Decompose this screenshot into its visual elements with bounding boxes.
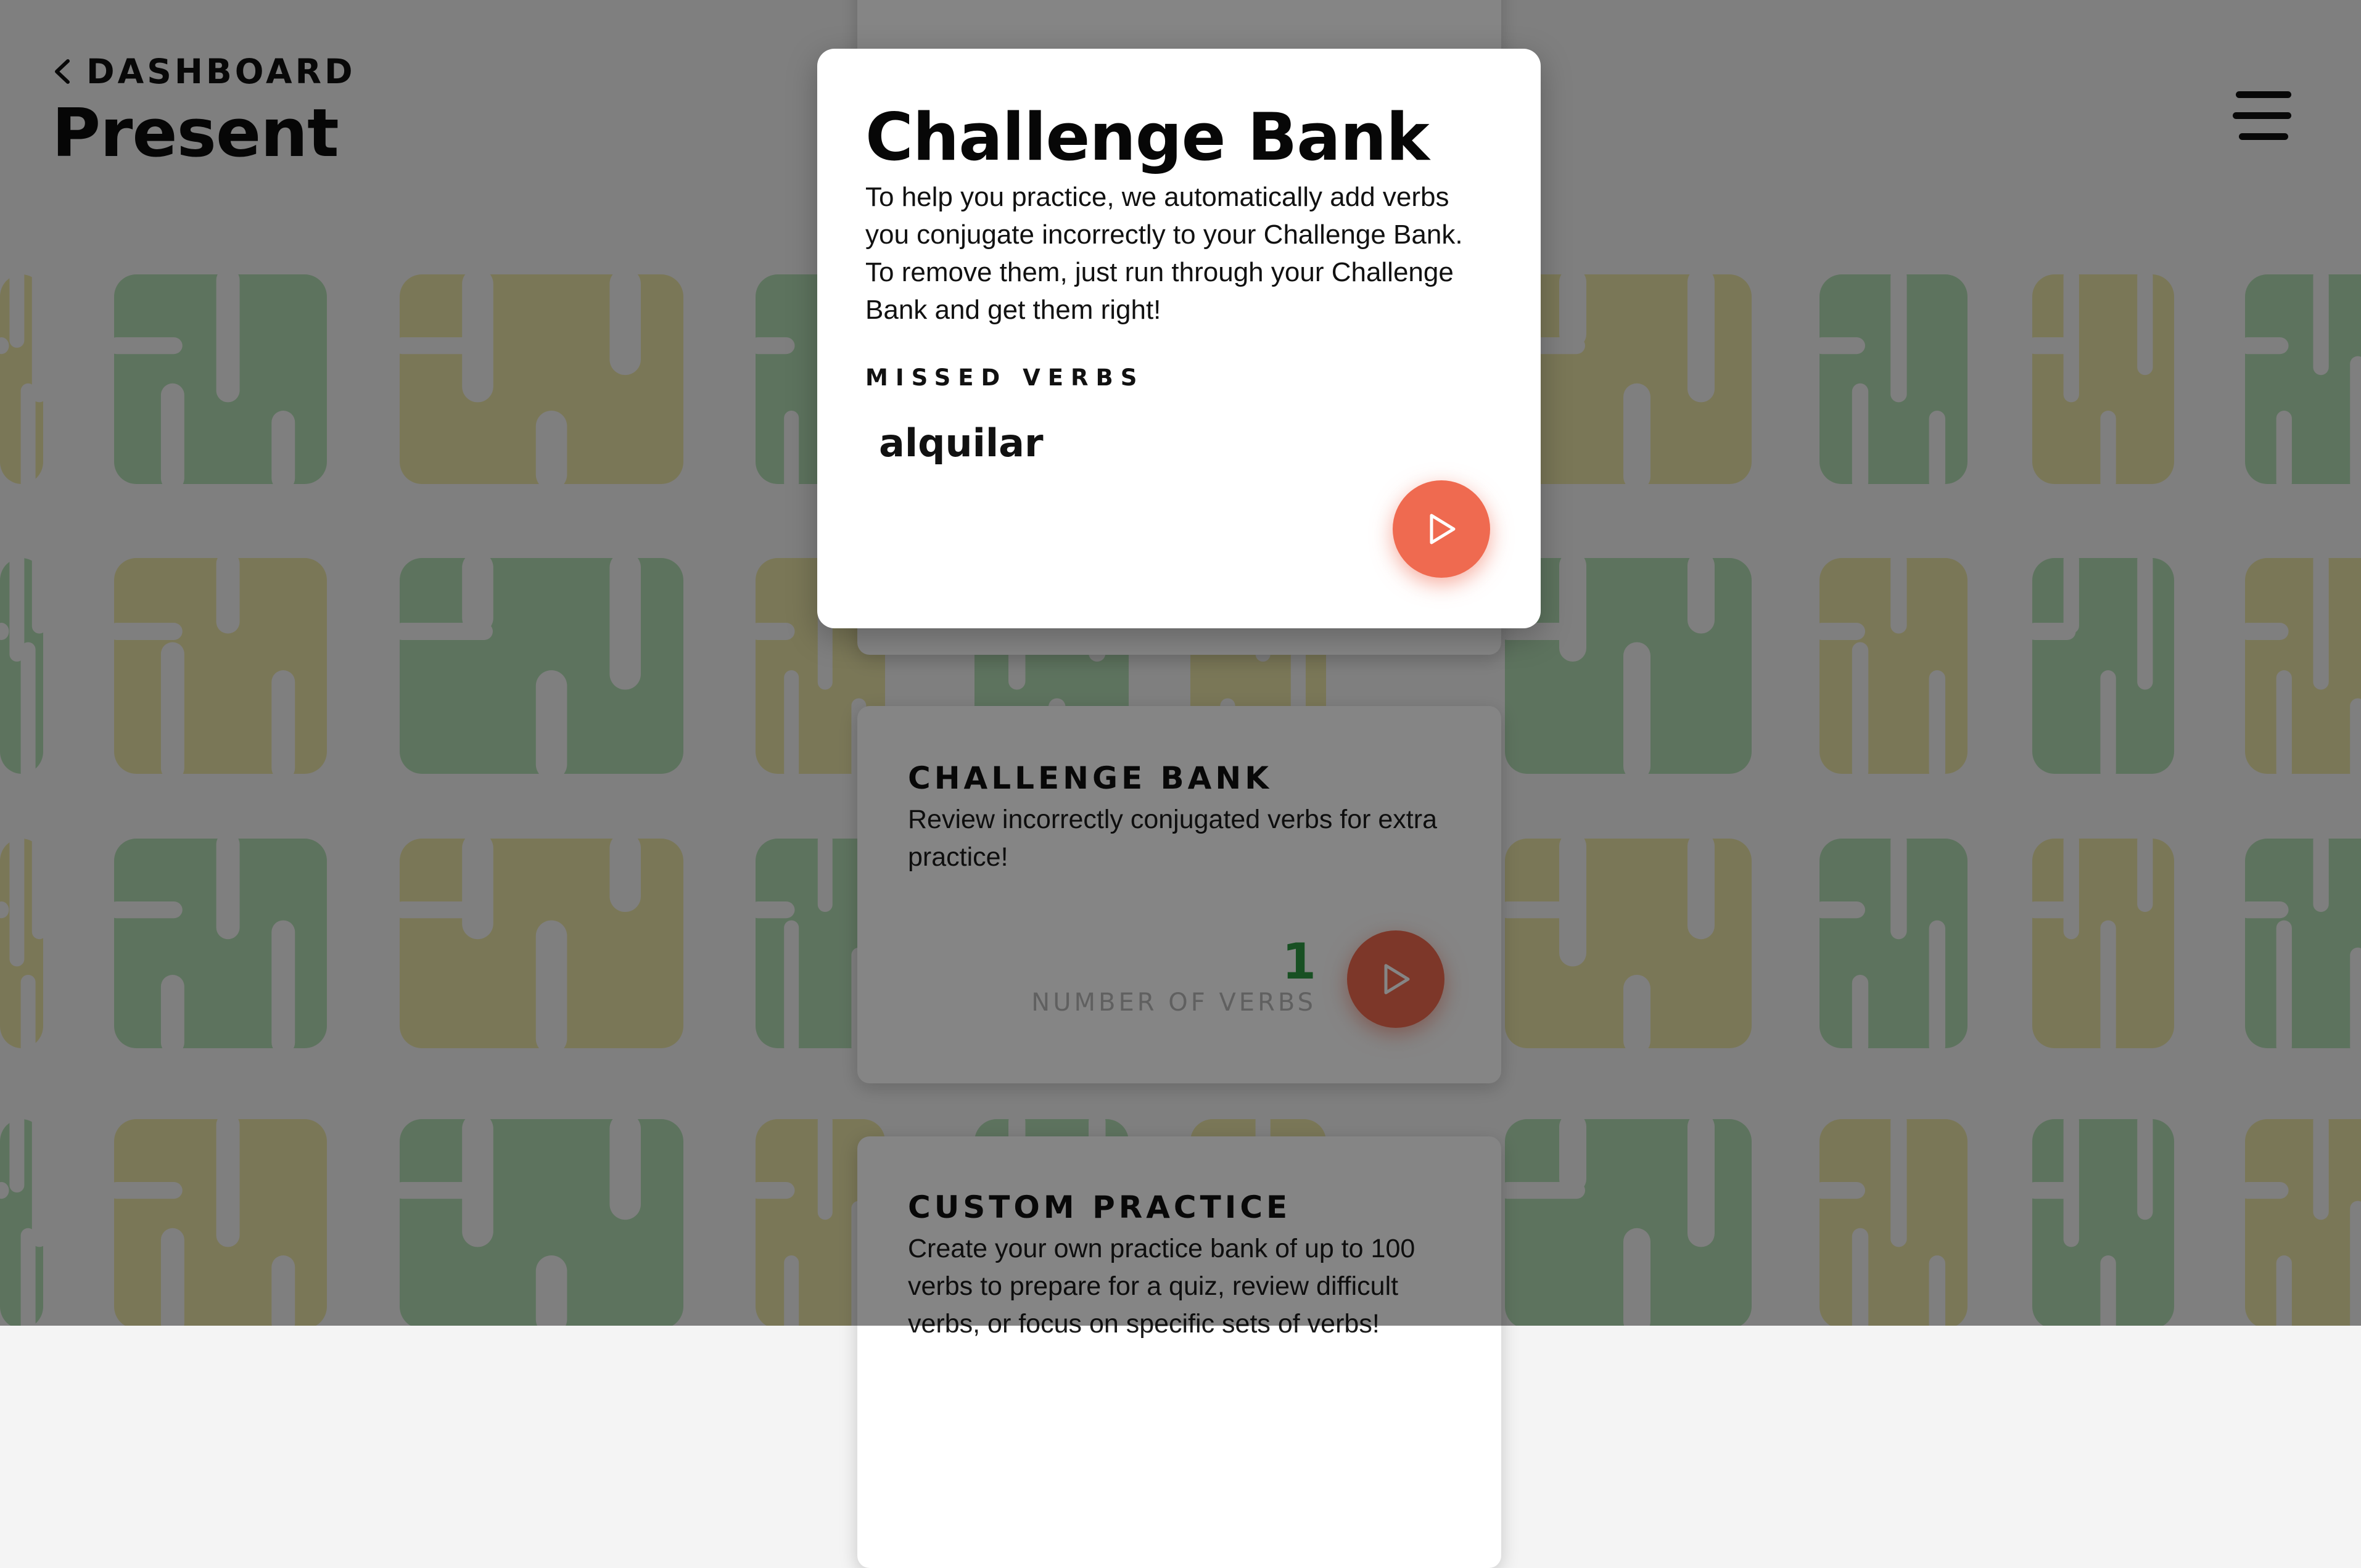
play-icon (1430, 514, 1456, 544)
start-challenge-button[interactable] (1393, 480, 1490, 578)
missed-verbs-list: alquilar (865, 421, 1493, 466)
missed-verb-item: alquilar (879, 421, 1044, 466)
modal-description: To help you practice, we automatically a… (865, 182, 1463, 325)
modal-title: Challenge Bank (865, 99, 1430, 175)
challenge-bank-modal: Challenge Bank To help you practice, we … (817, 49, 1541, 628)
missed-verbs-heading: MISSED VERBS (865, 364, 1145, 391)
